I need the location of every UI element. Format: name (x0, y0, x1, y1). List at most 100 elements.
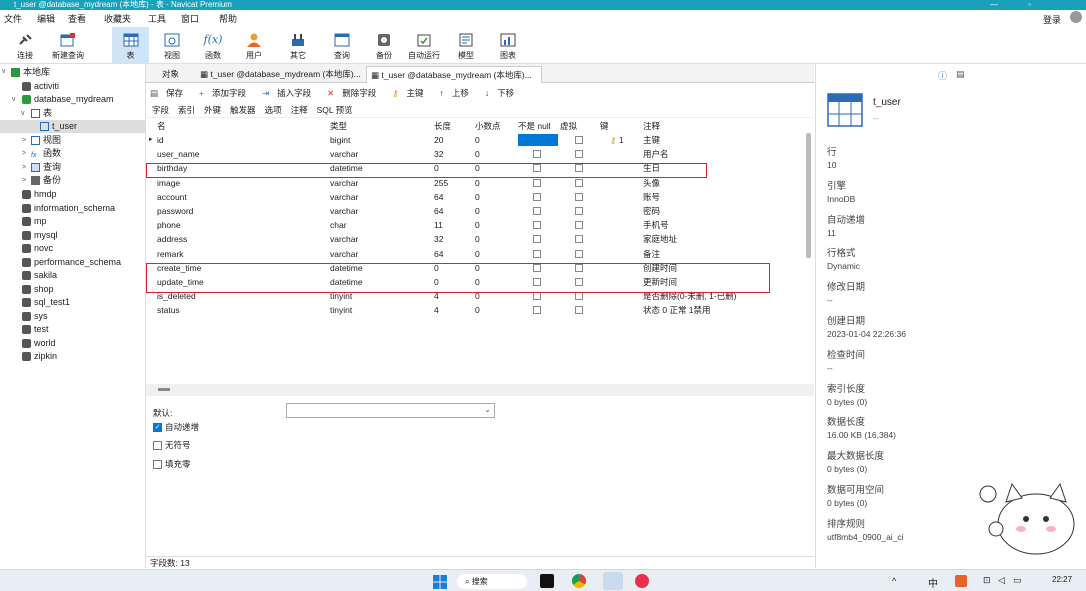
tree-group-backups[interactable]: 备份 (31, 174, 61, 187)
virtual-checkbox[interactable] (575, 221, 583, 230)
windows-start-icon[interactable] (433, 575, 447, 589)
splitter-handle[interactable] (158, 388, 170, 391)
tree-db-item[interactable]: shop (22, 283, 54, 296)
primary-key-button[interactable]: ⚷ 主键 (392, 87, 431, 99)
menu-edit[interactable]: 编辑 (37, 12, 55, 25)
cell-comment[interactable]: 备注 (643, 247, 660, 261)
column-header[interactable]: 长度 (434, 119, 451, 133)
network-icon[interactable]: ⊡ (983, 575, 991, 586)
tab-fields[interactable]: 字段 (152, 104, 169, 116)
table-row[interactable]: remark varchar 64 0 备注 (146, 247, 804, 261)
tree-table-t-user[interactable]: t_user (0, 120, 145, 133)
tree-db-item[interactable]: information_schema (22, 202, 115, 215)
toolbar-connect-button[interactable]: 连接 (8, 27, 42, 64)
not-null-checkbox[interactable] (533, 221, 541, 230)
scroll-thumb[interactable] (806, 133, 811, 258)
cell-decimals[interactable]: 0 (475, 247, 480, 261)
cell-length[interactable]: 64 (434, 204, 443, 218)
not-null-checkbox[interactable] (533, 178, 541, 187)
virtual-checkbox[interactable] (575, 207, 583, 215)
move-up-button[interactable]: ↑ 上移 (440, 87, 477, 99)
cell-type[interactable]: varchar (330, 190, 358, 204)
cell-type[interactable]: varchar (330, 204, 358, 218)
toolbar-query-button[interactable]: 查询 (325, 27, 359, 64)
login-button[interactable]: 登录 (1043, 13, 1061, 26)
cell-decimals[interactable]: 0 (475, 147, 480, 161)
cell-length[interactable]: 4 (434, 303, 439, 317)
tab-foreign-keys[interactable]: 外键 (204, 104, 221, 116)
column-header[interactable]: 键 (600, 119, 609, 133)
cell-name[interactable]: phone (157, 218, 181, 232)
menu-window[interactable]: 窗口 (181, 12, 199, 25)
tree-db-item[interactable]: zipkin (22, 350, 57, 363)
cell-comment[interactable]: 手机号 (643, 218, 669, 232)
cell-name[interactable]: status (157, 303, 180, 317)
table-row[interactable]: password varchar 64 0 密码 (146, 204, 804, 218)
tab-objects[interactable]: 对象 (158, 66, 183, 83)
menu-help[interactable]: 帮助 (219, 12, 237, 25)
cell-comment[interactable]: 状态 0 正常 1禁用 (643, 303, 711, 317)
tree-db-item[interactable]: performance_schema (22, 256, 121, 269)
table-row[interactable]: phone char 11 0 手机号 (146, 218, 804, 232)
splitter[interactable] (146, 384, 814, 396)
toolbar-user-button[interactable]: 用户 (237, 27, 271, 64)
tree-db-item[interactable]: sakila (22, 269, 57, 282)
tab-t-user-1[interactable]: ▦ t_user @database_mydream (本地库)... (196, 66, 364, 83)
chevron-right-icon[interactable]: > (22, 177, 26, 184)
intellij-icon[interactable] (540, 574, 554, 588)
chevron-right-icon[interactable]: > (22, 150, 26, 157)
cell-length[interactable]: 20 (434, 133, 443, 147)
tree-db-item[interactable]: sql_test1 (22, 296, 70, 309)
toolbar-autorun-button[interactable]: 自动运行 (404, 27, 444, 64)
ddl-icon[interactable]: ▤ (956, 69, 965, 80)
not-null-checkbox[interactable] (533, 235, 541, 244)
cell-name[interactable]: user_name (157, 147, 200, 161)
toolbar-chart-button[interactable]: 图表 (491, 27, 525, 64)
column-header[interactable]: 名 (157, 119, 166, 133)
cell-comment[interactable]: 用户名 (643, 147, 669, 161)
ime-indicator[interactable]: 中 (928, 575, 938, 590)
cell-type[interactable]: varchar (330, 147, 358, 161)
virtual-checkbox[interactable] (575, 235, 583, 244)
virtual-checkbox[interactable] (575, 136, 583, 144)
add-field-button[interactable]: + 添加字段 (199, 87, 254, 99)
cell-name[interactable]: remark (157, 247, 183, 261)
not-null-checkbox[interactable] (533, 249, 541, 258)
cell-length[interactable]: 64 (434, 247, 443, 261)
tab-comment[interactable]: 注释 (291, 104, 308, 116)
tree-db-item[interactable]: sys (22, 310, 48, 323)
cell-length[interactable]: 11 (434, 218, 443, 232)
menu-tools[interactable]: 工具 (148, 12, 166, 25)
tree-db-item[interactable]: test (22, 323, 49, 336)
cell-decimals[interactable]: 0 (475, 204, 480, 218)
menu-view[interactable]: 查看 (68, 12, 86, 25)
cell-name[interactable]: address (157, 232, 187, 246)
chevron-right-icon[interactable]: > (22, 164, 26, 171)
cell-name[interactable]: password (157, 204, 193, 218)
tree-db-mydream[interactable]: database_mydream (22, 93, 114, 106)
cell-decimals[interactable]: 0 (475, 303, 480, 317)
tree-db-activiti[interactable]: activiti (22, 80, 59, 93)
table-row[interactable]: account varchar 64 0 账号 (146, 190, 804, 204)
taskbar-search[interactable]: ⌕ 搜索 (457, 574, 527, 589)
cell-type[interactable]: tinyint (330, 303, 352, 317)
cell-length[interactable]: 32 (434, 147, 443, 161)
chevron-right-icon[interactable]: > (22, 137, 26, 144)
zerofill-checkbox[interactable]: 填充零 (153, 458, 191, 470)
cell-key[interactable]: 1 (619, 133, 624, 147)
column-header[interactable]: 类型 (330, 119, 347, 133)
table-row[interactable]: address varchar 32 0 家庭地址 (146, 232, 804, 246)
not-null-checkbox[interactable] (533, 192, 541, 201)
tree-group-functions[interactable]: fx 函数 (31, 147, 61, 160)
cell-comment[interactable]: 密码 (643, 204, 660, 218)
chevron-down-icon[interactable]: v (21, 110, 25, 117)
toolbar-new-query-button[interactable]: 新建查询 (48, 27, 88, 64)
delete-field-button[interactable]: ✕ 删除字段 (327, 87, 384, 99)
cell-comment[interactable]: 账号 (643, 190, 660, 204)
chrome-icon[interactable] (572, 574, 586, 588)
battery-icon[interactable]: ▭ (1013, 575, 1022, 586)
virtual-checkbox[interactable] (575, 292, 583, 301)
tree-db-item[interactable]: mysql (22, 229, 58, 242)
tree-group-views[interactable]: 视图 (31, 134, 61, 147)
not-null-checkbox[interactable] (533, 292, 541, 301)
